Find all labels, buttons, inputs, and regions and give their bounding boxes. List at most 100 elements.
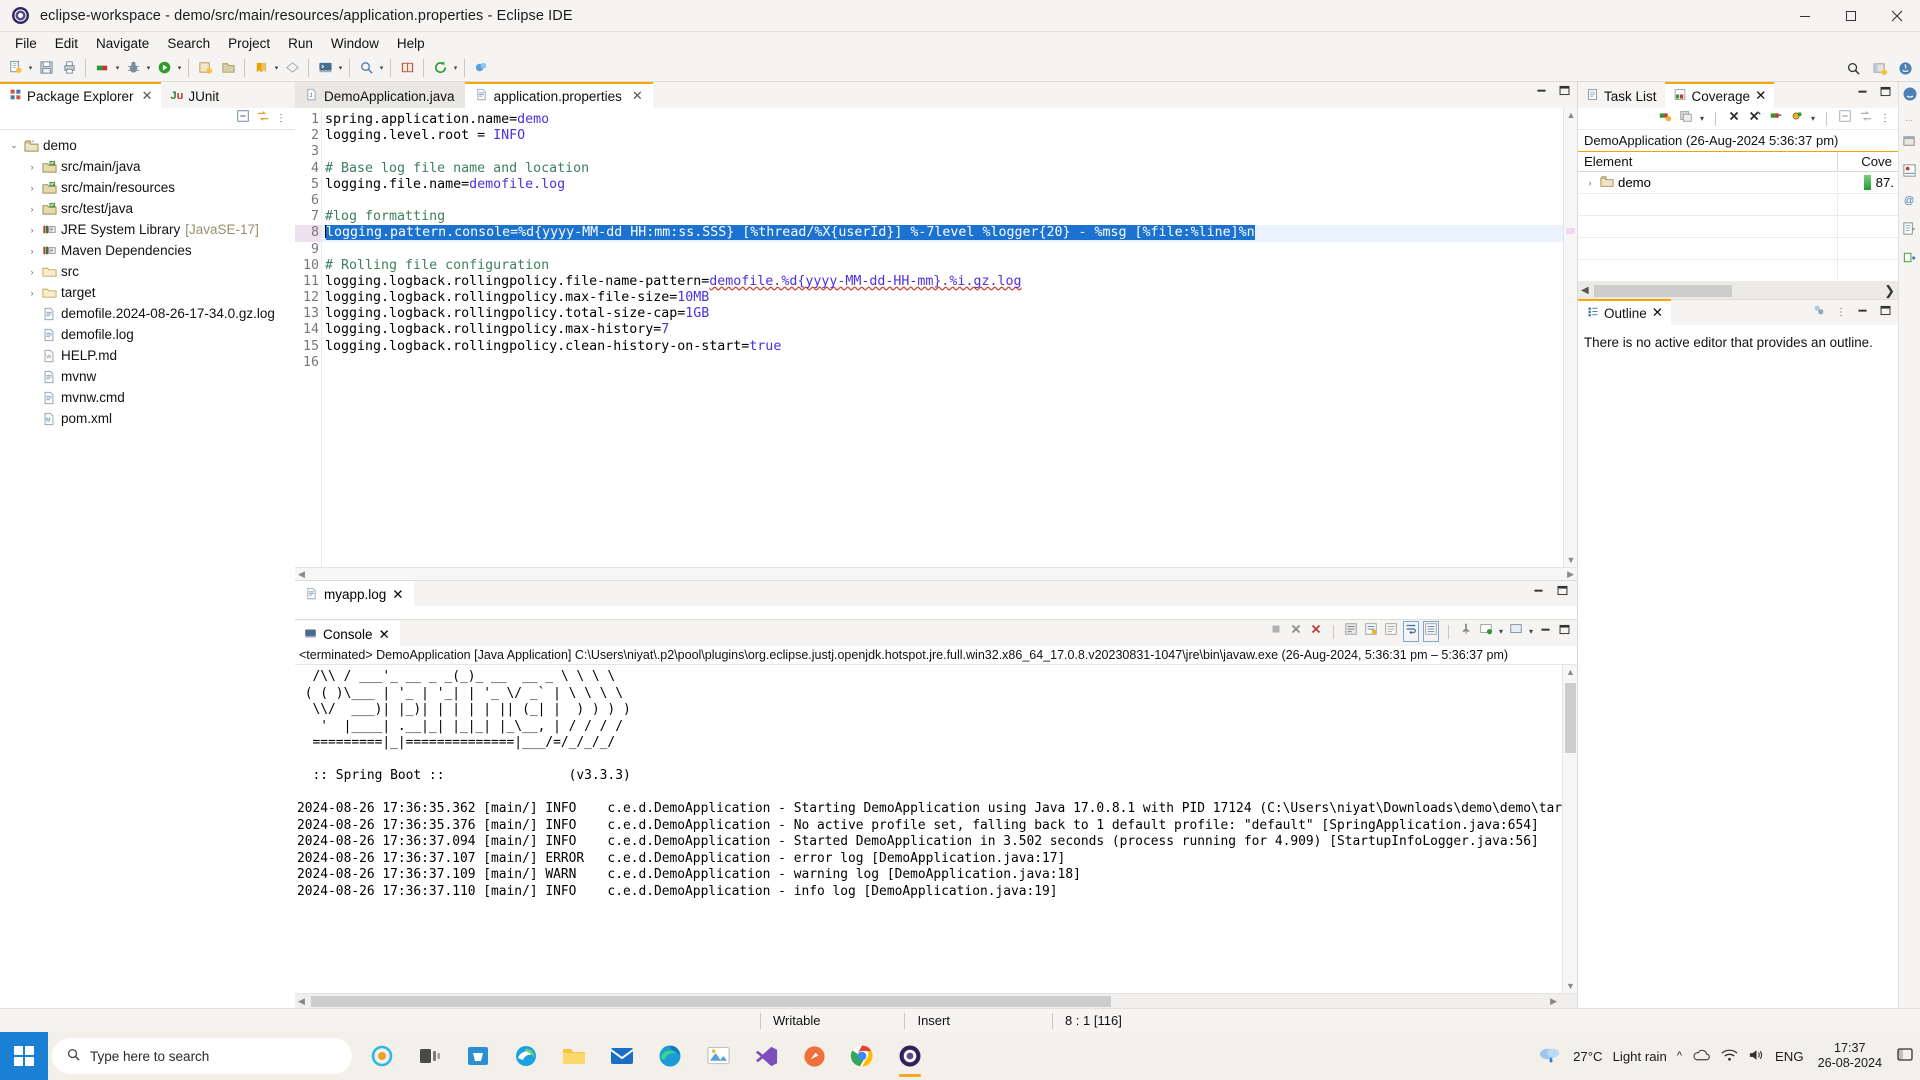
menu-help[interactable]: Help [388, 34, 434, 53]
bookmark-icon[interactable] [250, 57, 272, 79]
quick-search-icon[interactable] [1842, 57, 1864, 79]
tree-item-demofile-log[interactable]: demofile.log [0, 324, 295, 345]
menu-window[interactable]: Window [322, 34, 388, 53]
tree-item-pom-xml[interactable]: M pom.xml [0, 408, 295, 429]
expand-arrow-icon[interactable]: › [1584, 178, 1596, 188]
close-icon[interactable]: ✕ [392, 587, 403, 603]
tree-item-src[interactable]: › src [0, 261, 295, 282]
console-settings-icon[interactable] [1422, 621, 1439, 642]
scroll-lock-icon[interactable] [1364, 622, 1378, 641]
merge-sessions-icon[interactable] [1679, 109, 1693, 128]
edge-icon[interactable] [648, 1034, 692, 1078]
outline-filter-icon[interactable] [1812, 303, 1826, 322]
cortana-icon[interactable] [360, 1034, 404, 1078]
code-editor[interactable]: 1 2 3 4 5 6 7 8 9 10 11 12 13 14 15 16 s… [295, 108, 1577, 567]
column-element[interactable]: Element [1578, 152, 1838, 171]
minimize-button[interactable] [1782, 0, 1828, 32]
weather-icon[interactable] [1537, 1045, 1563, 1068]
photos-icon[interactable] [696, 1034, 740, 1078]
declaration-view-icon[interactable] [1902, 250, 1917, 270]
open-task-icon[interactable] [396, 57, 418, 79]
new-icon[interactable] [4, 57, 26, 79]
tab-demoapplication-java[interactable]: J DemoApplication.java [295, 82, 465, 108]
mail-icon[interactable] [600, 1034, 644, 1078]
outline-view-menu-icon[interactable]: ⋮ [1836, 307, 1846, 318]
task-view-icon[interactable] [408, 1034, 452, 1078]
quick-access-icon[interactable] [281, 57, 303, 79]
bookmark-dropdown-icon[interactable]: ▾ [273, 57, 280, 79]
tab-myapp-log[interactable]: myapp.log ✕ [295, 581, 414, 606]
link-with-editor-icon[interactable] [256, 109, 270, 128]
remove-all-sessions-icon[interactable] [1748, 109, 1762, 128]
weather-description[interactable]: Light rain [1613, 1049, 1667, 1064]
java-perspective-icon[interactable] [1894, 57, 1916, 79]
maximize-editor-icon[interactable] [1558, 84, 1571, 102]
coverage-dropdown-icon[interactable]: ▾ [1811, 114, 1815, 123]
terminal-dropdown-icon[interactable]: ▾ [337, 57, 344, 79]
tree-item-jre-system-library[interactable]: › JRE System Library [JavaSE-17] [0, 219, 295, 240]
debug-dropdown-icon[interactable]: ▾ [145, 57, 152, 79]
annotation-view-icon[interactable]: @ [1902, 192, 1917, 212]
debug-icon[interactable] [122, 57, 144, 79]
minimize-coverage-icon[interactable] [1856, 85, 1869, 103]
run-dropdown-icon[interactable]: ▾ [176, 57, 183, 79]
link-coverage-icon[interactable] [1859, 109, 1873, 128]
tree-item-src-test-java[interactable]: › src/test/java [0, 198, 295, 219]
tree-item-help-md[interactable]: W HELP.md [0, 345, 295, 366]
close-icon[interactable]: ✕ [632, 88, 643, 104]
menu-search[interactable]: Search [158, 34, 219, 53]
show-console-icon[interactable] [1384, 622, 1398, 641]
external-tools-icon[interactable] [470, 57, 492, 79]
relaunch-coverage-icon[interactable] [1658, 109, 1672, 128]
expand-arrow-icon[interactable]: › [24, 246, 40, 256]
minimize-editor-icon[interactable] [1535, 84, 1548, 102]
tree-item-src-main-resources[interactable]: › src/main/resources [0, 177, 295, 198]
expand-arrow-icon[interactable]: › [24, 162, 40, 172]
taskbar-clock[interactable]: 17:37 26-08-2024 [1814, 1041, 1886, 1071]
tree-item-demo[interactable]: ⌄ demo [0, 135, 295, 156]
new-package-icon[interactable] [217, 57, 239, 79]
task-list-view-icon[interactable] [1902, 163, 1917, 183]
new-java-project-icon[interactable] [194, 57, 216, 79]
menu-file[interactable]: File [6, 34, 46, 53]
scroll-up-icon[interactable]: ▲ [1563, 665, 1577, 679]
coverage-view-menu-icon[interactable]: ⋮ [1880, 113, 1890, 124]
expand-arrow-icon[interactable]: › [24, 183, 40, 193]
tree-item-maven-dependencies[interactable]: › Maven Dependencies [0, 240, 295, 261]
taskbar-search[interactable]: Type here to search [52, 1038, 352, 1074]
restore-view-icon[interactable] [1902, 134, 1917, 154]
clear-console-icon[interactable] [1344, 622, 1358, 641]
minimize-outline-icon[interactable] [1856, 304, 1869, 322]
close-icon[interactable]: ✕ [1652, 305, 1663, 321]
tree-item-src-main-java[interactable]: › src/main/java [0, 156, 295, 177]
file-explorer-icon[interactable] [552, 1034, 596, 1078]
editor-scroll-thumb[interactable] [1566, 228, 1575, 234]
coverage-run-icon[interactable] [91, 57, 113, 79]
word-wrap-icon[interactable] [1402, 621, 1419, 642]
console-vertical-scrollbar[interactable]: ▲ ▼ [1562, 665, 1577, 993]
coverage-horizontal-scrollbar[interactable]: ◀ ❯ [1578, 282, 1898, 299]
language-indicator[interactable]: ENG [1775, 1049, 1804, 1064]
menu-navigate[interactable]: Navigate [87, 34, 158, 53]
coverage-hscroll-thumb[interactable] [1594, 284, 1732, 297]
collapse-all-icon[interactable] [236, 109, 250, 128]
coverage-settings-icon[interactable] [1790, 109, 1804, 128]
tab-package-explorer[interactable]: Package Explorer ✕ [0, 82, 162, 108]
visual-studio-icon[interactable] [744, 1034, 788, 1078]
close-button[interactable] [1874, 0, 1920, 32]
tab-application-properties[interactable]: application.properties ✕ [464, 82, 653, 108]
volume-icon[interactable] [1748, 1048, 1765, 1065]
refresh-dropdown-icon[interactable]: ▾ [452, 57, 459, 79]
show-hidden-icons-icon[interactable]: ^ [1677, 1050, 1682, 1062]
edge-legacy-icon[interactable] [504, 1034, 548, 1078]
scroll-down-icon[interactable]: ▼ [1564, 553, 1577, 567]
view-menu-icon[interactable]: ⋮ [276, 113, 286, 124]
drag-handle-icon[interactable]: ⋯ [1905, 116, 1914, 125]
scroll-right-icon[interactable]: ▶ [1550, 996, 1557, 1007]
start-button[interactable] [0, 1032, 48, 1080]
sessions-dropdown-icon[interactable]: ▾ [1700, 114, 1704, 123]
expand-arrow-icon[interactable]: › [24, 288, 40, 298]
import-session-icon[interactable] [1769, 109, 1783, 128]
expand-arrow-icon[interactable]: › [24, 204, 40, 214]
expand-arrow-icon[interactable]: ⌄ [6, 140, 22, 151]
